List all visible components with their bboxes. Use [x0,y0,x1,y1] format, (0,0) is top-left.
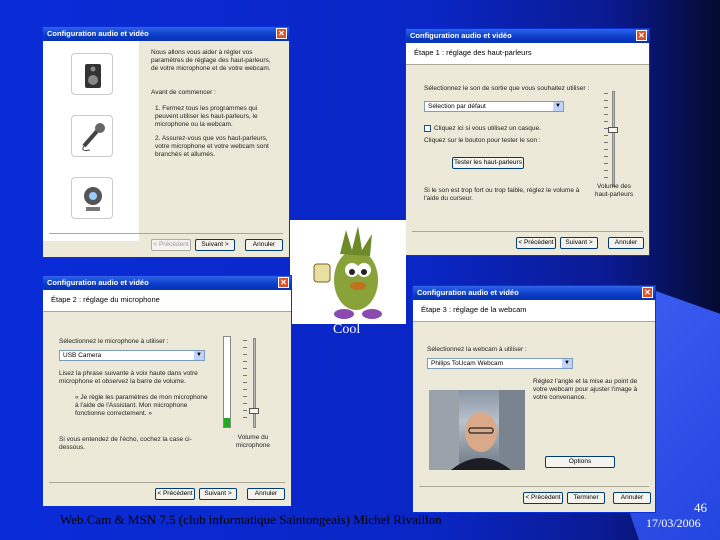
webcam-select-value: Philips ToUcam Webcam [431,360,504,367]
chevron-down-icon: ▼ [194,351,204,360]
dialog-speakers-title: Configuration audio et vidéo [410,31,512,40]
speaker-hint: Si le son est trop fort ou trop faible, … [424,187,580,202]
speaker-select-label: Sélectionnez le son de sortie que vous s… [424,85,590,92]
dialog-webcam: Configuration audio et vidéo ✕ Étape 3 :… [412,285,656,513]
page-number: 46 [694,500,707,515]
slide: Configuration audio et vidéo ✕ Nous allo… [0,0,720,540]
intro-text: Nous allons vous aider à régler vos para… [151,49,271,72]
dialog-webcam-title: Configuration audio et vidéo [417,288,519,297]
step-header: Étape 1 : réglage des haut-parleurs [406,43,649,65]
webcam-select[interactable]: Philips ToUcam Webcam ▼ [427,358,573,369]
mic-volume-label: Volume du microphone [236,434,270,449]
slide-date: 17/03/2006 [646,516,701,530]
slide-footer: Web.Cam & MSN 7.5 (club informatique Sai… [60,512,442,527]
intro-bullet-2: 2. Assurez-vous que vos haut-parleurs, v… [155,135,269,158]
webcam-hint: Réglez l'angle et la mise au point de vo… [533,378,638,401]
mic-select-value: USB Camera [63,352,102,359]
mic-level-fill [224,418,230,427]
close-icon[interactable]: ✕ [278,277,289,288]
mic-quote: « Je règle les paramètres de mon microph… [75,394,208,417]
speaker-volume-label: Volume des haut-parleurs [594,183,634,198]
mic-level-meter [223,336,231,428]
microphone-icon [71,115,113,157]
next-button[interactable]: Suivant > [199,488,237,500]
finish-button[interactable]: Terminer [567,492,605,504]
speaker-icon [71,53,113,95]
chevron-down-icon: ▼ [553,102,563,111]
dialog-intro-title: Configuration audio et vidéo [47,29,149,38]
test-text: Cliquez sur le bouton pour tester le son… [424,137,541,144]
dialog-intro-titlebar[interactable]: Configuration audio et vidéo ✕ [43,27,289,41]
options-button[interactable]: Options [545,456,615,468]
volume-ticks [243,340,247,424]
image-caption: Cool [333,322,361,337]
speaker-select-value: Sélection par défaut [428,103,486,110]
mic-desc: Lisez la phrase suivante à voix haute da… [59,370,198,385]
volume-ticks [604,93,608,183]
close-icon[interactable]: ✕ [642,287,653,298]
previous-button[interactable]: < Précédent [516,237,556,249]
monster-image [290,220,406,324]
test-speakers-button[interactable]: Tester les haut-parleurs [452,157,524,169]
separator [412,231,643,232]
close-icon[interactable]: ✕ [276,28,287,39]
step-header: Étape 2 : réglage du microphone [43,290,291,312]
separator [49,482,285,483]
previous-button[interactable]: < Précédent [155,488,195,500]
speaker-select[interactable]: Sélection par défaut ▼ [424,101,564,112]
dialog-microphone: Configuration audio et vidéo ✕ Étape 2 :… [42,275,292,507]
dialog-speakers-titlebar[interactable]: Configuration audio et vidéo ✕ [406,29,649,43]
previous-button[interactable]: < Précédent [151,239,191,251]
cancel-button[interactable]: Annuler [245,239,283,251]
dialog-speakers: Configuration audio et vidéo ✕ Étape 1 :… [405,28,650,256]
cancel-button[interactable]: Annuler [247,488,285,500]
next-button[interactable]: Suivant > [560,237,598,249]
webcam-select-label: Sélectionnez la webcam à utiliser : [427,346,527,353]
step-header: Étape 3 : réglage de la webcam [413,300,655,322]
mic-select-label: Sélectionnez le microphone à utiliser : [59,338,169,345]
mic-hint: Si vous entendez de l'écho, cochez la ca… [59,436,192,451]
cancel-button[interactable]: Annuler [608,237,644,249]
webcam-icon [71,177,113,219]
dialog-webcam-titlebar[interactable]: Configuration audio et vidéo ✕ [413,286,655,300]
mic-volume-slider[interactable] [249,408,259,414]
headset-label: Cliquez ici si vous utilisez un casque. [434,125,541,132]
speaker-volume-track [612,91,615,187]
mic-volume-track [253,338,256,428]
previous-button[interactable]: < Précédent [523,492,563,504]
separator [419,486,649,487]
headset-checkbox[interactable] [424,125,431,132]
mic-select[interactable]: USB Camera ▼ [59,350,205,361]
dialog-microphone-title: Configuration audio et vidéo [47,278,149,287]
close-icon[interactable]: ✕ [636,30,647,41]
dialog-microphone-titlebar[interactable]: Configuration audio et vidéo ✕ [43,276,291,290]
intro-section-label: Avant de commencer : [151,89,216,96]
speaker-volume-slider[interactable] [608,127,618,133]
next-button[interactable]: Suivant > [195,239,235,251]
intro-bullet-1: 1. Fermez tous les programmes qui peuven… [155,105,258,128]
icon-panel [43,41,139,241]
webcam-preview [429,390,525,470]
chevron-down-icon: ▼ [562,359,572,368]
cancel-button[interactable]: Annuler [613,492,651,504]
dialog-intro: Configuration audio et vidéo ✕ Nous allo… [42,26,290,258]
separator [49,233,283,234]
